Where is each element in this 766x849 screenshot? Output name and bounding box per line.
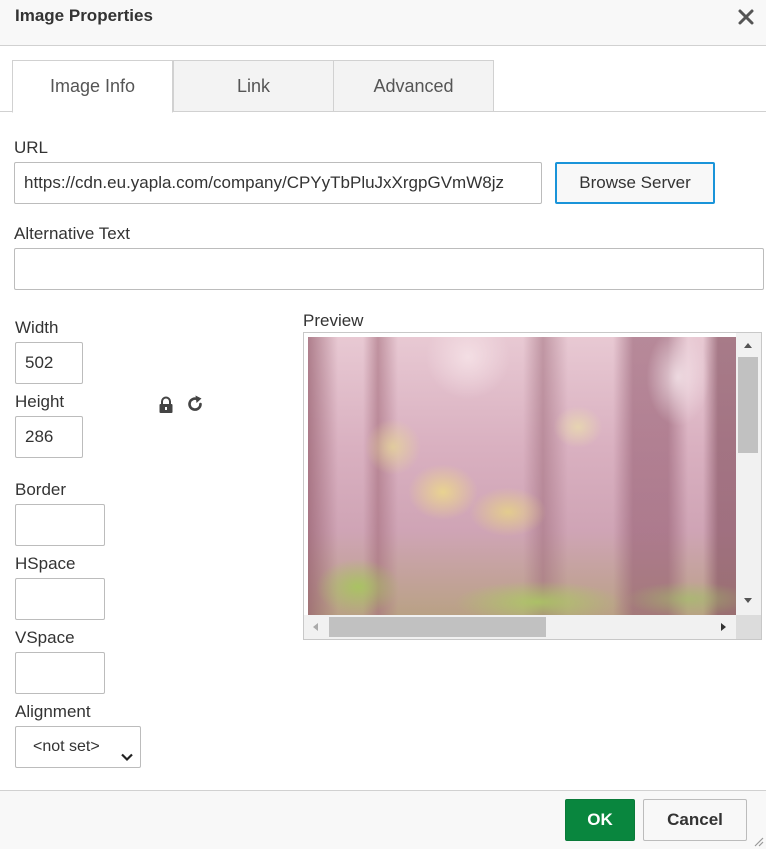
browse-server-button[interactable]: Browse Server — [555, 162, 715, 204]
image-properties-dialog: Image Properties Image Info Link Advance… — [0, 0, 766, 849]
hspace-input[interactable] — [15, 578, 105, 620]
height-input[interactable]: 286 — [15, 416, 83, 458]
width-input[interactable]: 502 — [15, 342, 83, 384]
tab-advanced[interactable]: Advanced — [333, 60, 494, 112]
tab-image-info[interactable]: Image Info — [12, 60, 173, 113]
scroll-right-icon[interactable] — [716, 620, 730, 634]
vspace-label: VSpace — [15, 628, 75, 647]
border-label: Border — [15, 480, 67, 499]
dialog-title: Image Properties — [15, 6, 153, 25]
cancel-button[interactable]: Cancel — [643, 799, 747, 841]
height-label: Height — [15, 392, 65, 411]
scroll-left-icon[interactable] — [309, 620, 323, 634]
alignment-select[interactable]: <not set> — [15, 726, 141, 768]
url-label: URL — [14, 138, 49, 157]
close-icon[interactable] — [736, 7, 756, 27]
lock-icon[interactable] — [157, 396, 175, 414]
dialog-titlebar[interactable]: Image Properties — [0, 0, 766, 46]
resize-handle-icon[interactable] — [752, 835, 764, 847]
tab-bar: Image Info Link Advanced — [0, 60, 766, 113]
chevron-down-icon — [120, 740, 134, 762]
alternative-text-input[interactable] — [14, 248, 764, 290]
preview-image — [308, 337, 736, 615]
scroll-down-icon[interactable] — [741, 593, 755, 607]
tab-link[interactable]: Link — [173, 60, 334, 112]
dialog-footer: OK Cancel — [0, 790, 766, 849]
vertical-scroll-thumb[interactable] — [738, 357, 758, 453]
alternative-text-label: Alternative Text — [14, 224, 130, 243]
alignment-selected-value: <not set> — [33, 738, 100, 755]
alignment-label: Alignment — [15, 702, 91, 721]
reset-size-icon[interactable] — [185, 394, 205, 414]
hspace-label: HSpace — [15, 554, 76, 573]
url-input[interactable]: https://cdn.eu.yapla.com/company/CPYyTbP… — [14, 162, 542, 204]
preview-horizontal-scrollbar[interactable] — [304, 615, 736, 639]
ok-button[interactable]: OK — [565, 799, 635, 841]
horizontal-scroll-thumb[interactable] — [329, 617, 546, 637]
width-label: Width — [15, 318, 59, 337]
preview-vertical-scrollbar[interactable] — [736, 333, 761, 615]
preview-label: Preview — [303, 311, 364, 330]
preview-panel — [303, 332, 762, 640]
border-input[interactable] — [15, 504, 105, 546]
vspace-input[interactable] — [15, 652, 105, 694]
scroll-up-icon[interactable] — [741, 339, 755, 353]
scrollbar-corner — [736, 615, 761, 639]
